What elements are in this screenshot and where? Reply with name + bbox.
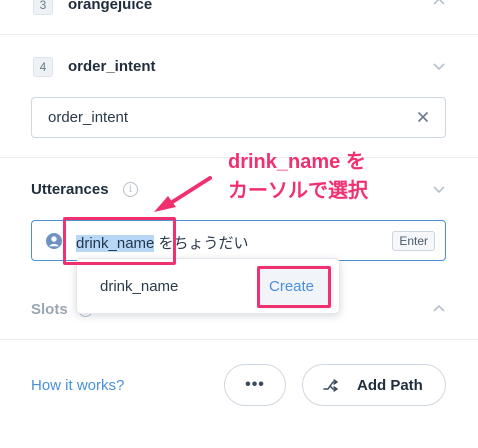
chevron-down-icon[interactable] (431, 58, 447, 74)
step-4-number: 4 (39, 60, 47, 74)
step-3-badge: 3 (33, 0, 53, 15)
intent-name-value[interactable]: order_intent (48, 109, 128, 126)
more-icon: ••• (245, 376, 265, 393)
dropdown-item[interactable]: drink_name (100, 278, 178, 295)
annotation-arrow-icon (154, 176, 212, 212)
divider (0, 34, 478, 35)
create-highlight-box (257, 266, 331, 308)
slots-label: Slots (31, 301, 68, 318)
info-icon[interactable]: i (123, 182, 138, 197)
chevron-up-icon[interactable] (431, 0, 447, 10)
step-3-name[interactable]: orangejuice (68, 0, 152, 13)
enter-key-hint[interactable]: Enter (392, 231, 435, 251)
chevron-down-icon[interactable] (431, 181, 447, 197)
split-path-icon (323, 378, 339, 394)
annotation-line-1: drink_name を (228, 151, 366, 173)
more-button[interactable]: ••• (224, 364, 286, 406)
annotation-line-2: カーソルで選択 (228, 180, 368, 202)
step-4-badge: 4 (33, 57, 53, 77)
close-icon[interactable] (415, 109, 431, 125)
selection-highlight-box (63, 217, 176, 265)
utterances-label: Utterances (31, 181, 109, 198)
step-3-number: 3 (39, 0, 47, 12)
chevron-up-icon[interactable] (431, 301, 447, 317)
user-icon (46, 233, 62, 249)
add-path-label: Add Path (357, 377, 423, 394)
intent-name-field[interactable]: order_intent (31, 97, 446, 138)
how-it-works-link[interactable]: How it works? (31, 377, 124, 394)
divider (0, 339, 478, 340)
add-path-button[interactable]: Add Path (302, 364, 446, 406)
step-4-name[interactable]: order_intent (68, 58, 156, 75)
